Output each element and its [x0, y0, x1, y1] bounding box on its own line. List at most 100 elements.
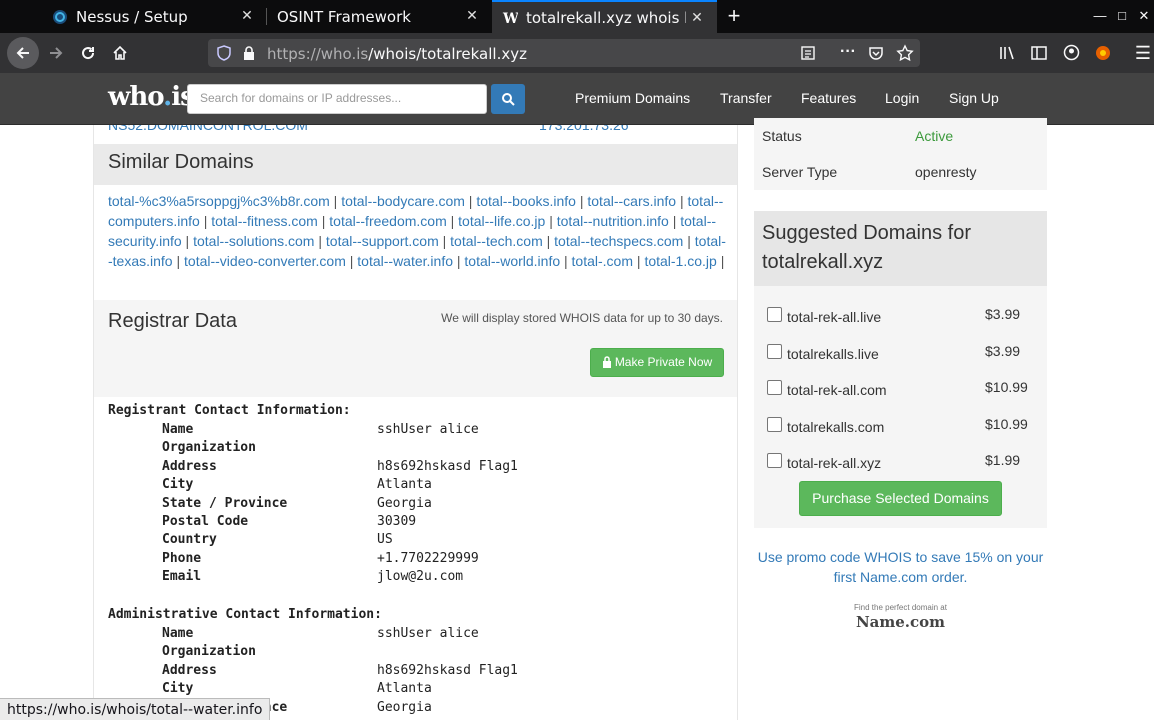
similar-domain-link[interactable]: total--freedom.com [329, 213, 446, 229]
purchase-selected-button[interactable]: Purchase Selected Domains [799, 481, 1002, 516]
close-icon[interactable]: ✕ [689, 10, 705, 26]
library-icon[interactable] [999, 45, 1017, 61]
nav-premium-domains[interactable]: Premium Domains [575, 90, 690, 106]
suggested-domain-checkbox[interactable] [767, 380, 782, 395]
sidebar-icon[interactable] [1031, 45, 1047, 61]
similar-domain-link[interactable]: total-%c3%a5rsoppgj%c3%b8r.com [108, 193, 330, 209]
whois-field-label: City [162, 681, 194, 697]
suggested-domain-checkbox[interactable] [767, 453, 782, 468]
promo-link[interactable]: Use promo code WHOIS to save 15% on your… [754, 547, 1047, 587]
extension-icon[interactable] [1094, 44, 1112, 62]
similar-domain-link[interactable]: total--world.info [464, 253, 560, 269]
nav-sign-up[interactable]: Sign Up [949, 90, 999, 106]
whois-field-value: sshUser alice [377, 422, 479, 437]
suggested-domain-checkbox[interactable] [767, 343, 782, 359]
whois-storage-note: We will display stored WHOIS data for up… [441, 311, 723, 325]
whois-row: Postal Code 30309 [162, 514, 662, 532]
whois-field-value: Atlanta [377, 681, 432, 697]
pocket-icon[interactable] [868, 45, 884, 61]
similar-domain-link[interactable]: total--nutrition.info [557, 213, 669, 229]
similar-domain-link[interactable]: total--fitness.com [211, 213, 318, 229]
maximize-icon[interactable]: □ [1114, 8, 1130, 24]
whois-icon: W [502, 11, 518, 26]
close-window-icon[interactable]: ✕ [1136, 8, 1152, 24]
nessus-icon [53, 9, 67, 24]
similar-domain-link[interactable]: total--support.com [326, 233, 439, 249]
close-icon[interactable]: ✕ [464, 8, 480, 24]
nameserver-ip[interactable]: 173.201.73.26 [539, 125, 629, 133]
server-type-label: Server Type [762, 164, 838, 180]
similar-domain-link[interactable]: total-.com [572, 253, 633, 269]
search-button[interactable] [491, 84, 525, 114]
suggested-domain-row: totalrekalls.live $3.99 [754, 337, 1047, 373]
nameco-logo[interactable]: Name.com [754, 613, 1047, 631]
suggested-domain-name: total-rek-all.xyz [787, 455, 882, 471]
search-icon [502, 93, 515, 106]
suggested-domain-checkbox[interactable] [767, 307, 782, 322]
browser-tab-bar: Nessus / Setup ✕ OSINT Framework ✕ W tot… [0, 0, 1154, 33]
whois-field-value: h8s692hskasd Flag1 [377, 458, 518, 474]
similar-domain-link[interactable]: total--cars.info [587, 193, 676, 209]
whois-field-value: Georgia [377, 495, 432, 511]
page-actions-icon[interactable]: ··· [838, 42, 858, 62]
similar-domain-link[interactable]: total--solutions.com [193, 233, 314, 249]
similar-domains-title: Similar Domains [108, 151, 254, 173]
lock-icon [602, 356, 611, 368]
menu-icon[interactable]: ☰ [1134, 43, 1152, 63]
suggested-domain-price: $3.99 [985, 342, 1021, 359]
account-icon[interactable] [1063, 44, 1080, 61]
similar-domain-link[interactable]: total--life.co.jp [458, 213, 545, 229]
new-tab-icon[interactable]: + [722, 4, 746, 28]
forward-icon[interactable] [40, 37, 72, 69]
close-icon[interactable]: ✕ [239, 8, 255, 24]
reload-icon[interactable] [72, 37, 104, 69]
search-input[interactable]: Search for domains or IP addresses... [187, 84, 487, 114]
tracking-shield-icon[interactable] [216, 45, 232, 61]
registrant-contact: Registrant Contact Information: Name sshU… [108, 403, 518, 584]
whois-field-value: Georgia [377, 699, 432, 715]
similar-domain-link[interactable]: total--water.info [357, 253, 453, 269]
tab-osint[interactable]: OSINT Framework ✕ [267, 0, 492, 33]
whois-row: Email jlow@2u.com [162, 569, 662, 587]
suggested-domain-row: totalrekalls.com $10.99 [754, 410, 1047, 446]
suggested-domain-name: total-rek-all.live [787, 309, 882, 325]
make-private-button[interactable]: Make Private Now [590, 348, 724, 377]
similar-domain-link[interactable]: total--tech.com [450, 233, 543, 249]
whois-row: Address h8s692hskasd Flag1 [162, 459, 662, 477]
status-bar-url: https://who.is/whois/total--water.info [0, 698, 271, 720]
suggested-domains-title: Suggested Domains for totalrekall.xyz [762, 222, 972, 273]
tab-nessus[interactable]: Nessus / Setup ✕ [42, 0, 267, 33]
whois-field-label: Name [162, 422, 194, 437]
nameserver-link[interactable]: NS52.DOMAINCONTROL.COM [108, 125, 308, 133]
suggested-domains-header: Suggested Domains for totalrekall.xyz [754, 211, 1047, 286]
suggested-domain-price: $1.99 [985, 452, 1021, 468]
reader-view-icon[interactable] [800, 45, 816, 61]
nameco-tagline: Find the perfect domain at [854, 603, 947, 612]
similar-domain-link[interactable]: total--books.info [476, 193, 576, 209]
address-bar[interactable]: https://who.is/whois/totalrekall.xyz ··· [208, 39, 920, 67]
suggested-domain-row: total-rek-all.xyz $1.99 [754, 446, 1047, 482]
similar-domain-link[interactable]: total--bodycare.com [341, 193, 465, 209]
nav-login[interactable]: Login [885, 90, 919, 106]
nav-transfer[interactable]: Transfer [720, 90, 772, 106]
home-icon[interactable] [104, 37, 136, 69]
similar-domain-link[interactable]: total--techspecs.com [554, 233, 683, 249]
url-text[interactable]: https://who.is/whois/totalrekall.xyz [267, 45, 527, 63]
suggested-domain-checkbox[interactable] [767, 416, 782, 432]
back-icon[interactable] [7, 37, 39, 69]
whois-field-label: Postal Code [162, 514, 249, 529]
tab-whois[interactable]: W totalrekall.xyz whois look ✕ [492, 0, 717, 33]
similar-domain-link[interactable]: total-1.co.jp [644, 253, 716, 269]
lock-icon[interactable] [242, 45, 256, 61]
similar-domain-link[interactable]: total--video-converter.com [184, 253, 346, 269]
site-logo[interactable]: who.is [108, 82, 195, 112]
bookmark-star-icon[interactable] [896, 44, 914, 62]
whois-field-label: Email [162, 569, 202, 585]
whois-row: Name sshUser alice [162, 422, 662, 440]
whois-row: Organization [162, 644, 662, 662]
minimize-icon[interactable]: — [1092, 8, 1108, 24]
whois-field-value: Atlanta [377, 477, 432, 493]
suggested-domain-name: totalrekalls.live [787, 345, 879, 362]
nav-features[interactable]: Features [801, 90, 856, 106]
suggested-domain-price: $10.99 [985, 415, 1028, 432]
